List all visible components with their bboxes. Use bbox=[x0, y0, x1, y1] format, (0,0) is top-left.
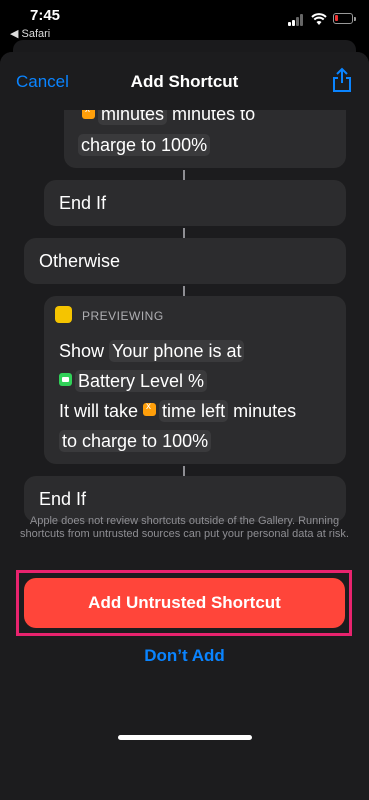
end-if-label: End If bbox=[39, 489, 87, 509]
connector-line bbox=[183, 228, 185, 238]
show-line-3: It will take time left minutes bbox=[59, 400, 296, 422]
share-icon[interactable] bbox=[331, 67, 353, 93]
sheet-title: Add Shortcut bbox=[130, 72, 239, 91]
add-shortcut-sheet: Cancel Add Shortcut minutes minutes to c… bbox=[0, 52, 369, 800]
cellular-signal-icon bbox=[288, 14, 305, 26]
otherwise-label: Otherwise bbox=[39, 251, 121, 271]
otherwise-block[interactable]: Otherwise bbox=[24, 238, 346, 284]
end-if-label: End If bbox=[59, 193, 107, 213]
clock: 7:45 bbox=[30, 7, 61, 24]
previewing-icon bbox=[55, 306, 72, 323]
add-untrusted-shortcut-button[interactable]: Add Untrusted Shortcut bbox=[24, 578, 345, 628]
calculator-icon bbox=[143, 401, 157, 416]
battery-variable-icon bbox=[59, 373, 72, 386]
battery-icon bbox=[333, 13, 356, 24]
wifi-icon bbox=[311, 13, 327, 25]
text-token[interactable]: charge to 100% bbox=[78, 134, 211, 156]
connector-line bbox=[183, 466, 185, 476]
dont-add-button[interactable]: Don’t Add bbox=[0, 646, 369, 666]
end-if-inner[interactable]: End If bbox=[44, 180, 346, 226]
show-text-token[interactable]: Your phone is at bbox=[109, 340, 245, 362]
connector-line bbox=[183, 170, 185, 180]
previewing-label: PREVIEWING bbox=[82, 309, 164, 323]
disclaimer-text: Apple does not review shortcuts outside … bbox=[20, 515, 349, 540]
status-bar: 7:45 ◀ Safari bbox=[0, 0, 369, 44]
show-action-block[interactable]: PREVIEWING Show Your phone is at Battery… bbox=[44, 296, 346, 464]
action-line: charge to 100% bbox=[78, 134, 211, 156]
show-line-1: Show Your phone is at bbox=[59, 340, 245, 362]
home-indicator[interactable] bbox=[118, 735, 252, 740]
show-line-2: Battery Level % bbox=[59, 370, 208, 392]
show-line-4: to charge to 100% bbox=[59, 430, 212, 452]
back-to-app-link[interactable]: ◀ Safari bbox=[10, 27, 50, 40]
battery-level-variable[interactable]: Battery Level % bbox=[75, 370, 208, 392]
connector-line bbox=[183, 286, 185, 296]
time-left-variable[interactable]: time left bbox=[159, 400, 229, 422]
nav-bar: Cancel Add Shortcut bbox=[0, 52, 369, 110]
